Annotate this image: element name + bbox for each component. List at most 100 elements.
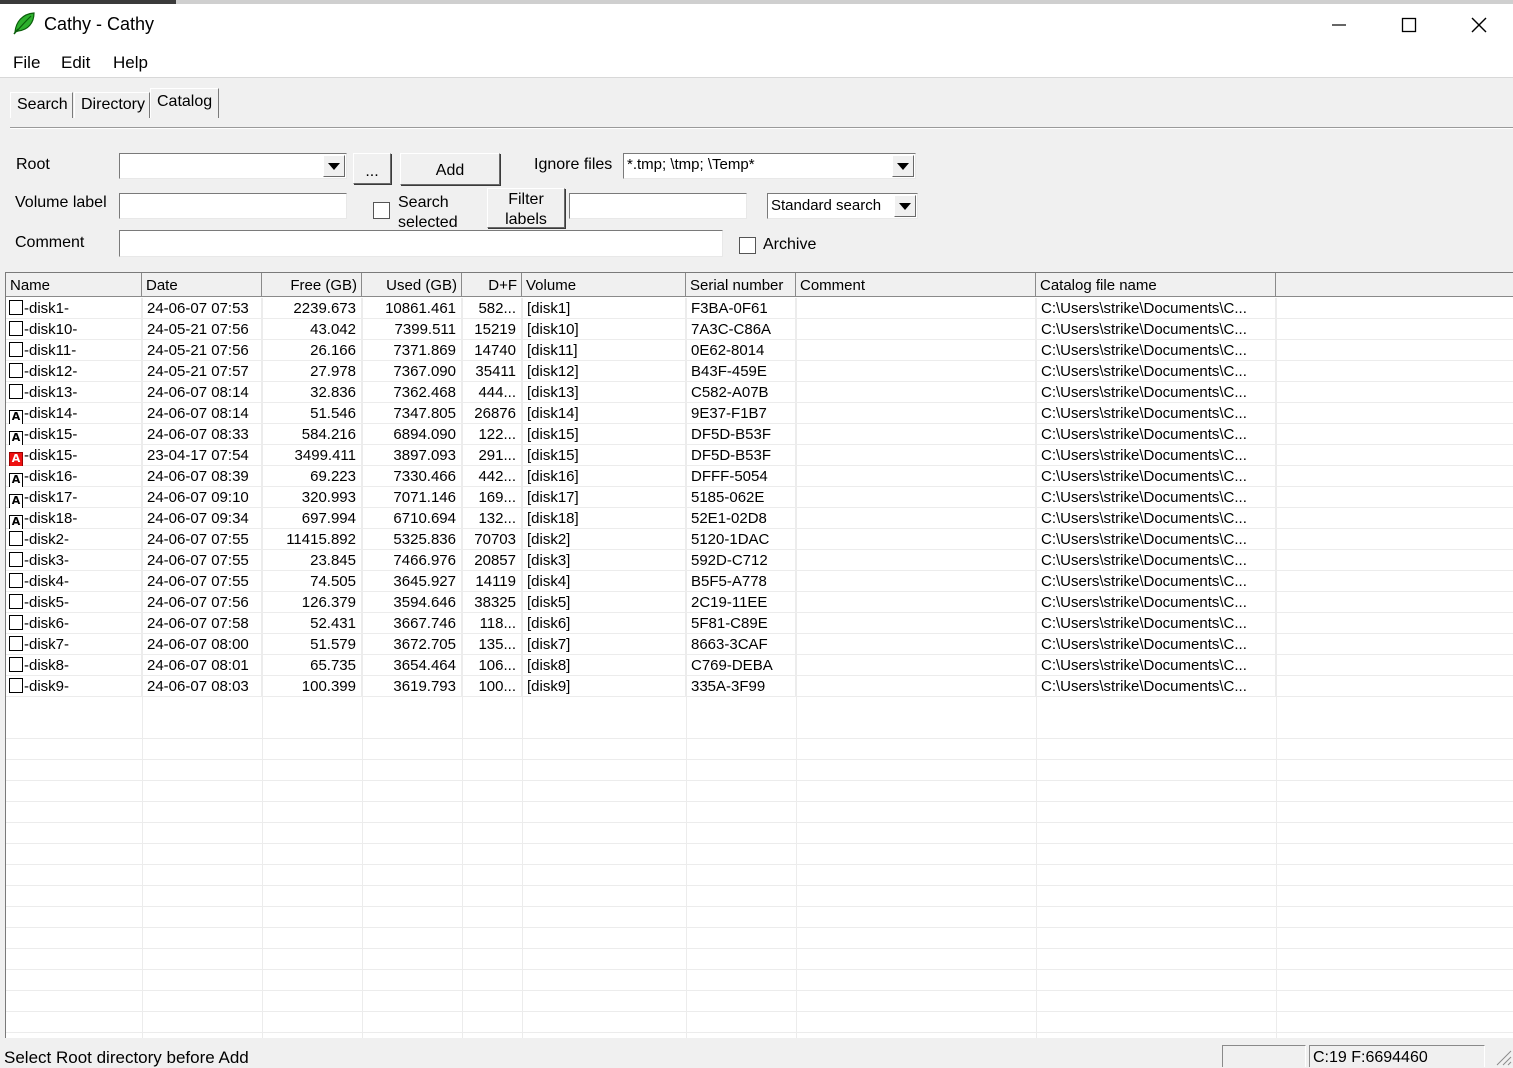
search-mode-select[interactable]: Standard search [767, 193, 918, 219]
ignore-files-combobox[interactable]: *.tmp; \tmp; \Temp* [623, 153, 916, 179]
tab-search[interactable]: Search [10, 92, 73, 118]
menu-file[interactable]: File [13, 53, 40, 73]
cell-name: A -disk14- [6, 403, 142, 424]
cell-name: -disk4- [6, 571, 142, 592]
filter-labels-button[interactable]: Filter labels [487, 188, 565, 228]
column-header-date[interactable]: Date [142, 273, 262, 297]
cell-used: 6894.090 [362, 424, 462, 445]
cell-name-text: -disk10- [24, 321, 78, 338]
table-row[interactable]: A -disk16- 24-06-07 08:39 69.223 7330.466 442… [6, 466, 1513, 487]
cell-date: 24-06-07 08:03 [142, 676, 262, 697]
cell-used: 7330.466 [362, 466, 462, 487]
volume-icon [9, 531, 23, 546]
table-row[interactable]: -disk1- 24-06-07 07:53 2239.673 10861.461 58… [6, 298, 1513, 319]
search-selected-checkbox[interactable] [373, 202, 390, 219]
cell-comment [796, 655, 1036, 676]
table-row[interactable]: -disk7- 24-06-07 08:00 51.579 3672.705 135..… [6, 634, 1513, 655]
cell-date: 24-06-07 08:00 [142, 634, 262, 655]
column-header-volume[interactable]: Volume [522, 273, 686, 297]
cell-date: 24-06-07 07:55 [142, 529, 262, 550]
column-header-free[interactable]: Free (GB) [262, 273, 362, 297]
maximize-button[interactable] [1374, 4, 1444, 46]
table-row[interactable]: A -disk17- 24-06-07 09:10 320.993 7071.146 16… [6, 487, 1513, 508]
cell-free: 51.579 [262, 634, 362, 655]
column-header-df[interactable]: D+F [462, 273, 522, 297]
column-header-serial[interactable]: Serial number [686, 273, 796, 297]
table-row[interactable]: -disk10- 24-05-21 07:56 43.042 7399.511 1521… [6, 319, 1513, 340]
cell-name: A -disk17- [6, 487, 142, 508]
cell-date: 24-06-07 09:10 [142, 487, 262, 508]
cell-free: 23.845 [262, 550, 362, 571]
table-row[interactable]: A -disk15- 23-04-17 07:54 3499.411 3897.093 2… [6, 445, 1513, 466]
add-button[interactable]: Add [400, 153, 500, 185]
cell-date: 24-06-07 07:56 [142, 592, 262, 613]
minimize-button[interactable] [1304, 4, 1374, 46]
ignore-files-dropdown-button[interactable] [892, 155, 914, 177]
cell-name-text: -disk16- [24, 468, 78, 485]
resize-grip-icon[interactable] [1494, 1048, 1512, 1066]
cell-volume: [disk9] [522, 676, 686, 697]
cell-serial: 8663-3CAF [686, 634, 796, 655]
status-panel-1 [1222, 1045, 1306, 1067]
cell-df: 135... [462, 634, 522, 655]
cell-name: -disk1- [6, 298, 142, 319]
filter-labels-line1: Filter [508, 191, 544, 208]
menu-help[interactable]: Help [113, 53, 148, 73]
root-combobox[interactable] [119, 153, 347, 179]
menu-edit[interactable]: Edit [61, 53, 90, 73]
table-row[interactable]: A -disk15- 24-06-07 08:33 584.216 6894.090 12… [6, 424, 1513, 445]
cell-serial: 5F81-C89E [686, 613, 796, 634]
table-row[interactable]: -disk6- 24-06-07 07:58 52.431 3667.746 118..… [6, 613, 1513, 634]
column-header-name[interactable]: Name [6, 273, 142, 297]
cell-name-text: -disk8- [24, 657, 70, 674]
cell-used: 3594.646 [362, 592, 462, 613]
cell-serial: 5120-1DAC [686, 529, 796, 550]
catalog-table[interactable]: Name Date Free (GB) Used (GB) D+F Volume… [5, 272, 1513, 1038]
table-row[interactable]: -disk12- 24-05-21 07:57 27.978 7367.090 3541… [6, 361, 1513, 382]
table-row[interactable]: -disk4- 24-06-07 07:55 74.505 3645.927 14119… [6, 571, 1513, 592]
table-row[interactable]: -disk3- 24-06-07 07:55 23.845 7466.976 20857… [6, 550, 1513, 571]
table-row[interactable]: -disk11- 24-05-21 07:56 26.166 7371.869 1474… [6, 340, 1513, 361]
cell-name: A -disk15- [6, 445, 142, 466]
cell-name-text: -disk17- [24, 489, 78, 506]
column-header-comment[interactable]: Comment [796, 273, 1036, 297]
tab-search-label: Search [17, 96, 68, 113]
filter-input[interactable] [569, 193, 747, 219]
menu-file-label: File [13, 53, 41, 72]
ignore-files-value: *.tmp; \tmp; \Temp* [627, 156, 755, 173]
close-button[interactable] [1444, 4, 1513, 46]
cell-volume: [disk15] [522, 445, 686, 466]
cell-catalog-file: C:\Users\strike\Documents\C... [1036, 508, 1276, 529]
cell-name-text: -disk1- [24, 300, 70, 317]
search-selected-label: Search selected [398, 193, 458, 233]
cell-free: 74.505 [262, 571, 362, 592]
browse-button[interactable]: ... [353, 153, 391, 184]
cell-df: 444... [462, 382, 522, 403]
table-row[interactable]: -disk9- 24-06-07 08:03 100.399 3619.793 100.… [6, 676, 1513, 697]
column-header-catalog-file[interactable]: Catalog file name [1036, 273, 1276, 297]
column-header-used[interactable]: Used (GB) [362, 273, 462, 297]
search-mode-dropdown-button[interactable] [894, 195, 916, 217]
cell-serial: 592D-C712 [686, 550, 796, 571]
cell-free: 2239.673 [262, 298, 362, 319]
comment-input[interactable] [119, 230, 723, 257]
cell-free: 26.166 [262, 340, 362, 361]
table-row[interactable]: A -disk14- 24-06-07 08:14 51.546 7347.805 268… [6, 403, 1513, 424]
cell-volume: [disk12] [522, 361, 686, 382]
tab-directory[interactable]: Directory [74, 92, 150, 118]
table-row[interactable]: -disk13- 24-06-07 08:14 32.836 7362.468 444.… [6, 382, 1513, 403]
maximize-icon [1401, 17, 1417, 33]
chevron-down-icon [899, 202, 911, 210]
table-row[interactable]: -disk5- 24-06-07 07:56 126.379 3594.646 3832… [6, 592, 1513, 613]
cell-free: 65.735 [262, 655, 362, 676]
tab-catalog[interactable]: Catalog [150, 88, 219, 118]
cell-date: 24-06-07 08:01 [142, 655, 262, 676]
root-dropdown-button[interactable] [323, 155, 345, 177]
archive-checkbox[interactable] [739, 237, 756, 254]
volume-label-input[interactable] [119, 193, 347, 219]
tab-directory-label: Directory [81, 96, 146, 113]
table-row[interactable]: -disk2- 24-06-07 07:55 11415.892 5325.836 70… [6, 529, 1513, 550]
table-row[interactable]: -disk8- 24-06-07 08:01 65.735 3654.464 106..… [6, 655, 1513, 676]
table-row[interactable]: A -disk18- 24-06-07 09:34 697.994 6710.694 13… [6, 508, 1513, 529]
cell-df: 26876 [462, 403, 522, 424]
